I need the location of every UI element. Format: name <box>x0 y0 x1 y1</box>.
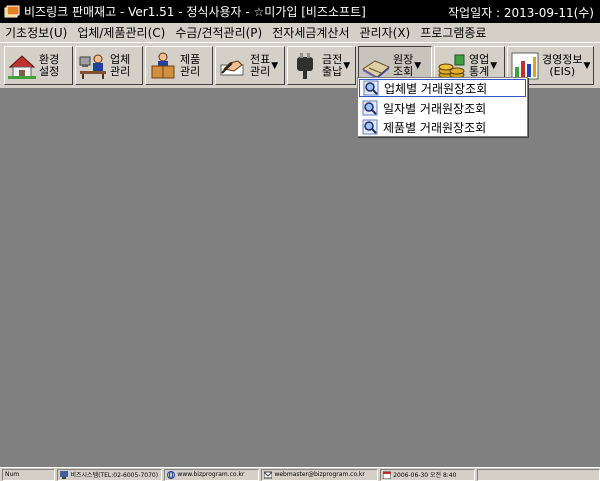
magnifier-icon <box>363 80 379 96</box>
menu-company-product[interactable]: 업체/제품관리(C) <box>72 24 170 41</box>
ledger-dropdown-arrow-icon: ▼ <box>414 60 422 71</box>
company-contact: 비즈시스템(TEL:02-6005-7070) <box>70 472 159 479</box>
work-date: 작업일자 : 2013-09-11(수) <box>448 6 594 20</box>
menu-admin[interactable]: 관리자(X) <box>355 24 416 41</box>
voucher-management-label: 전표 관리 <box>250 52 271 78</box>
ledger-dropdown-menu: 업체별 거래원장조회 일자별 거래원장조회 제품별 거래원장조회 <box>357 77 528 137</box>
num-lock-label: Num <box>5 471 20 478</box>
email-cell: webmaster@bizprogram.co.kr <box>261 468 379 481</box>
company-info-cell: 비즈시스템(TEL:02-6005-7070) <box>57 468 163 481</box>
company-management-button[interactable]: 업체 관리 <box>75 46 143 85</box>
cash-dropdown-arrow-icon: ▼ <box>343 60 351 71</box>
pen-hand-icon <box>220 59 244 75</box>
bar-chart-icon <box>511 52 539 79</box>
app-icon <box>4 5 20 17</box>
plug-icon <box>297 52 313 79</box>
website-text: www.bizprogram.co.kr <box>177 471 245 478</box>
eis-dropdown-arrow-icon: ▼ <box>583 60 591 71</box>
boxes-icon <box>151 52 175 78</box>
menu-e-tax-invoice[interactable]: 전자세금계산서 <box>267 24 354 41</box>
coins-icon <box>438 54 465 78</box>
company-management-label: 업체 관리 <box>110 52 131 78</box>
product-management-button[interactable]: 제품 관리 <box>145 46 213 85</box>
voucher-dropdown-arrow-icon: ▼ <box>271 60 279 71</box>
menu-item-label: 제품별 거래원장조회 <box>383 120 487 135</box>
sales-statistics-label: 영업 통계 <box>469 52 490 78</box>
datetime-text: 2006-06-30 오전 8:40 <box>393 472 457 479</box>
house-icon <box>8 54 36 79</box>
website-cell: www.bizprogram.co.kr <box>164 468 260 481</box>
settings-label: 환경 설정 <box>39 52 60 78</box>
num-lock-indicator: Num <box>2 468 56 481</box>
product-management-label: 제품 관리 <box>180 52 201 78</box>
globe-icon <box>167 470 176 479</box>
menu-item-company-ledger[interactable]: 업체별 거래원장조회 <box>359 79 526 97</box>
sales-dropdown-arrow-icon: ▼ <box>490 60 498 71</box>
menu-item-label: 업체별 거래원장조회 <box>384 81 488 96</box>
datetime-cell: 2006-06-30 오전 8:40 <box>380 468 476 481</box>
ledger-inquiry-label: 원장 조회 <box>393 52 414 78</box>
mdi-workspace <box>0 89 600 466</box>
cash-ledger-label: 금전 출납 <box>322 52 343 78</box>
email-text: webmaster@bizprogram.co.kr <box>274 471 365 478</box>
menu-item-label: 일자별 거래원장조회 <box>383 101 487 116</box>
status-bar: Num 비즈시스템(TEL:02-6005-7070) www.bizprogr… <box>0 467 600 481</box>
magnifier-icon <box>362 119 378 135</box>
office-worker-icon <box>79 54 106 79</box>
cash-ledger-button[interactable]: 금전 출납 ▼ <box>287 46 356 85</box>
computer-icon <box>60 470 69 479</box>
title-bar: 비즈링크 판매재고 - Ver1.51 - 정식사용자 - ☆미가입 [비즈소프… <box>0 0 600 23</box>
status-empty-cell <box>477 468 600 481</box>
menu-exit-program[interactable]: 프로그램종료 <box>415 24 491 41</box>
management-info-label: 경영정보 (EIS) <box>542 52 583 78</box>
menu-bar: 기초정보(U) 업체/제품관리(C) 수금/견적관리(P) 전자세금계산서 관리… <box>0 23 600 43</box>
calendar-icon <box>383 471 392 479</box>
menu-item-product-ledger[interactable]: 제품별 거래원장조회 <box>359 118 526 136</box>
settings-button[interactable]: 환경 설정 <box>4 46 73 85</box>
window-title: 비즈링크 판매재고 - Ver1.51 - 정식사용자 - ☆미가입 [비즈소프… <box>24 5 366 19</box>
mail-icon <box>264 471 273 478</box>
menu-item-date-ledger[interactable]: 일자별 거래원장조회 <box>359 99 526 117</box>
menu-basic-info[interactable]: 기초정보(U) <box>0 24 72 41</box>
menu-collection-estimate[interactable]: 수금/견적관리(P) <box>170 24 267 41</box>
ledger-book-icon <box>362 59 390 79</box>
magnifier-icon <box>362 100 378 116</box>
voucher-management-button[interactable]: 전표 관리 ▼ <box>215 46 285 85</box>
